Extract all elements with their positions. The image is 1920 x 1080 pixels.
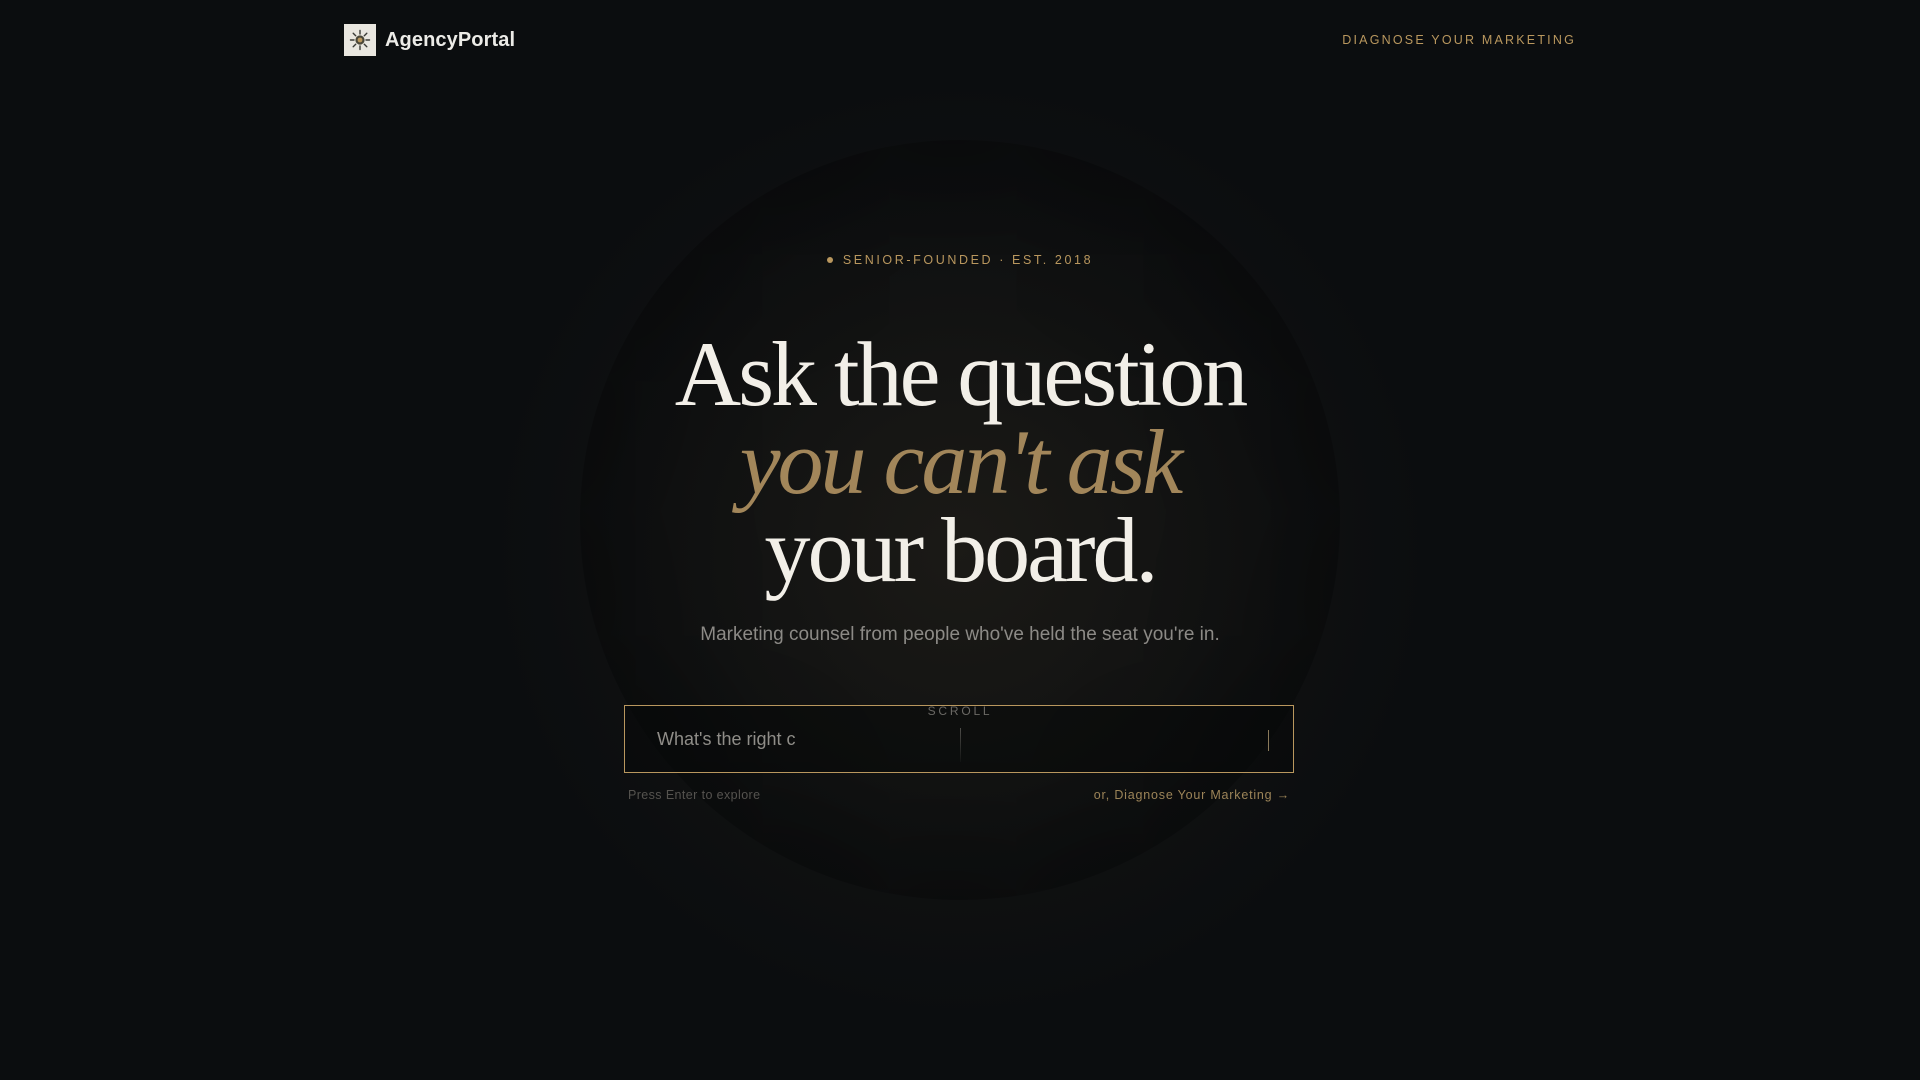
- brand-name: AgencyPortal: [385, 28, 516, 51]
- headline-line-1: Ask the question: [674, 323, 1248, 425]
- scroll-indicator-label: SCROLL: [927, 704, 993, 718]
- sunburst-logo-icon: [344, 24, 376, 56]
- hero-subheadline: Marketing counsel from people who've hel…: [700, 624, 1220, 645]
- eyebrow: SENIOR-FOUNDED · EST. 2018: [0, 253, 1920, 267]
- diagnose-marketing-nav-link[interactable]: DIAGNOSE YOUR MARKETING: [1342, 33, 1576, 47]
- landing-page: AgencyPortal DIAGNOSE YOUR MARKETING SEN…: [0, 0, 1920, 1080]
- eyebrow-dot-icon: [826, 257, 833, 263]
- eyebrow-text: SENIOR-FOUNDED · EST. 2018: [842, 253, 1094, 267]
- diagnose-marketing-link[interactable]: or, Diagnose Your Marketing →: [1094, 788, 1290, 802]
- enter-hint: Press Enter to explore: [628, 788, 761, 802]
- headline-line-3: your board.: [764, 499, 1158, 601]
- hero-headline: Ask the question you can't ask your boar…: [0, 323, 1920, 601]
- top-nav: AgencyPortal DIAGNOSE YOUR MARKETING: [344, 23, 1576, 57]
- text-caret: [1268, 730, 1269, 751]
- scroll-indicator-line: [960, 728, 961, 762]
- brand-link[interactable]: AgencyPortal: [344, 24, 515, 56]
- headline-line-2: you can't ask: [739, 411, 1184, 513]
